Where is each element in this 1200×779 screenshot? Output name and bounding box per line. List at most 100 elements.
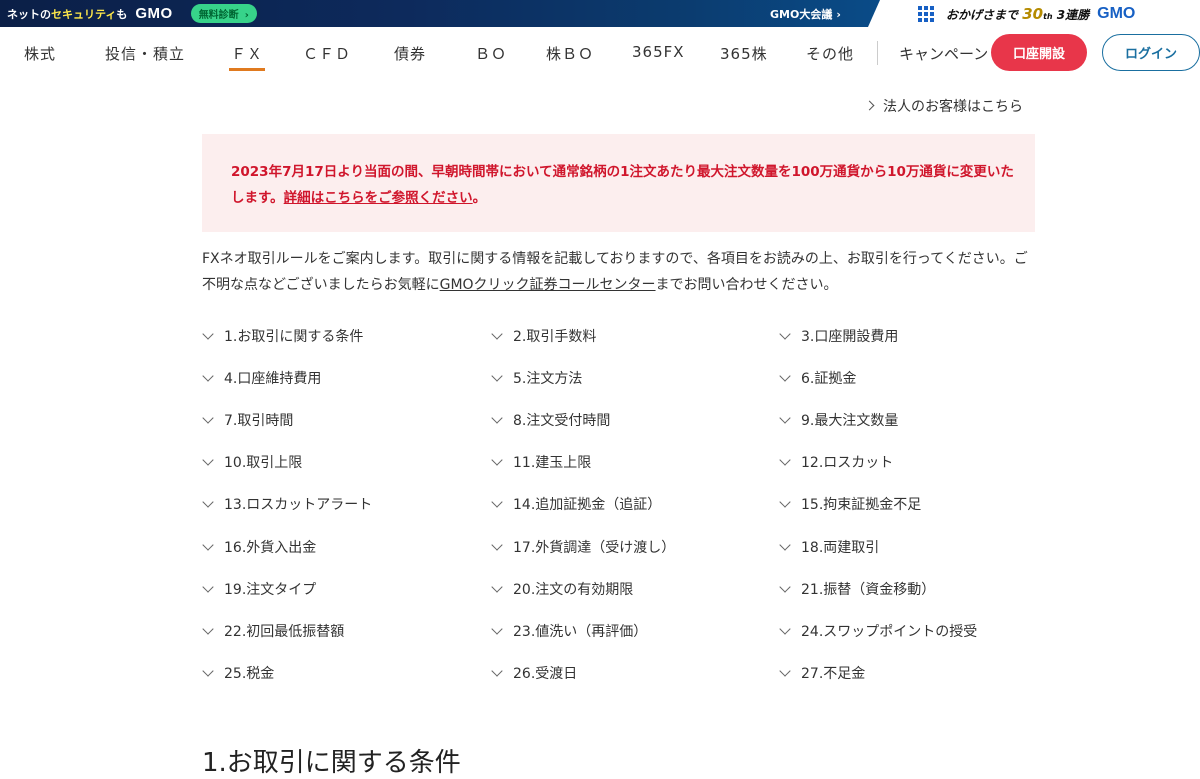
chevron-down-icon (779, 328, 791, 340)
nav-item-fx[interactable]: ＦＸ (228, 43, 266, 71)
chevron-down-icon (779, 412, 791, 424)
chevron-down-icon (779, 665, 791, 677)
nav-item-campaign[interactable]: キャンペーン (899, 43, 991, 64)
nav-item-stock-bo[interactable]: 株ＢＯ (546, 43, 594, 64)
index-item-label: 10.取引上限 (224, 455, 303, 471)
chevron-down-icon (202, 328, 214, 340)
index-item-label: 25.税金 (224, 666, 275, 682)
index-item[interactable]: 10.取引上限 (202, 452, 302, 472)
nav-item-bonds[interactable]: 債券 (394, 43, 426, 64)
index-item[interactable]: 26.受渡日 (491, 663, 577, 683)
chevron-down-icon (779, 581, 791, 593)
chevron-down-icon (491, 665, 503, 677)
chevron-down-icon (779, 539, 791, 551)
chevron-right-icon: › (836, 8, 841, 21)
index-item[interactable]: 22.初回最低振替額 (202, 621, 344, 641)
chevron-down-icon (202, 370, 214, 382)
index-item[interactable]: 5.注文方法 (491, 368, 582, 388)
intro-text: FXネオ取引ルールをご案内します。取引に関する情報を記載しておりますので、各項目… (202, 251, 1028, 293)
chevron-right-icon (864, 100, 875, 111)
gmo-security-banner[interactable]: ネットのセキュリティも GMO 無料診断 › (0, 0, 900, 27)
login-button[interactable]: ログイン (1102, 34, 1200, 71)
index-item[interactable]: 19.注文タイプ (202, 579, 316, 599)
index-item[interactable]: 1.お取引に関する条件 (202, 326, 363, 346)
top-banner: ネットのセキュリティも GMO 無料診断 › GMO大会議 › おかげさまで 30t… (0, 0, 1200, 27)
chevron-down-icon (202, 412, 214, 424)
index-item-label: 4.口座維持費用 (224, 371, 322, 387)
nav-item-stocks[interactable]: 株式 (24, 43, 56, 64)
index-item[interactable]: 15.拘束証拠金不足 (779, 494, 921, 514)
index-item-label: 12.ロスカット (801, 455, 894, 471)
index-item[interactable]: 6.証拠金 (779, 368, 856, 388)
free-diagnosis-button[interactable]: 無料診断 › (190, 4, 257, 23)
index-item-label: 16.外貨入出金 (224, 540, 317, 556)
index-item[interactable]: 23.値洗い（再評価） (491, 621, 647, 641)
index-item-label: 3.口座開設費用 (801, 329, 899, 345)
chevron-down-icon (779, 370, 791, 382)
index-item[interactable]: 21.振替（資金移動） (779, 579, 935, 599)
chevron-down-icon (202, 623, 214, 635)
index-item[interactable]: 14.追加証拠金（追証） (491, 494, 661, 514)
nav-item-funds[interactable]: 投信・積立 (105, 43, 185, 64)
index-item-label: 8.注文受付時間 (513, 413, 611, 429)
index-item-label: 23.値洗い（再評価） (513, 624, 648, 640)
index-item[interactable]: 9.最大注文数量 (779, 410, 898, 430)
index-item[interactable]: 27.不足金 (779, 663, 865, 683)
index-item[interactable]: 4.口座維持費用 (202, 368, 321, 388)
index-item[interactable]: 11.建玉上限 (491, 452, 591, 472)
open-account-button[interactable]: 口座開設 (991, 34, 1087, 71)
nav-item-cfd[interactable]: ＣＦＤ (303, 43, 351, 64)
section-title: 1.お取引に関する条件 (202, 748, 461, 778)
chevron-down-icon (491, 496, 503, 508)
grid-menu-icon[interactable] (918, 5, 934, 22)
index-item-label: 9.最大注文数量 (801, 413, 899, 429)
chevron-down-icon (779, 454, 791, 466)
index-item[interactable]: 2.取引手数料 (491, 326, 596, 346)
index-item-label: 21.振替（資金移動） (801, 582, 936, 598)
gmo-taikai-link[interactable]: GMO大会議 › (770, 6, 841, 22)
notice-detail-link[interactable]: 詳細はこちらをご参照ください (284, 190, 473, 206)
corporate-link[interactable]: 法人のお客様はこちら (864, 96, 1023, 116)
chevron-right-icon: › (244, 10, 249, 21)
chevron-down-icon (779, 496, 791, 508)
chevron-down-icon (491, 539, 503, 551)
index-item-label: 22.初回最低振替額 (224, 624, 345, 640)
index-item[interactable]: 3.口座開設費用 (779, 326, 898, 346)
index-item[interactable]: 20.注文の有効期限 (491, 579, 633, 599)
nav-divider (877, 41, 878, 65)
index-item[interactable]: 8.注文受付時間 (491, 410, 610, 430)
call-center-link[interactable]: GMOクリック証券コールセンター (440, 277, 656, 293)
index-item-label: 1.お取引に関する条件 (224, 329, 364, 345)
nav-item-other[interactable]: その他 (806, 43, 854, 64)
chevron-down-icon (202, 454, 214, 466)
nav-item-365stock[interactable]: 365株 (720, 43, 768, 64)
chevron-down-icon (491, 623, 503, 635)
index-item-label: 15.拘束証拠金不足 (801, 497, 922, 513)
index-item[interactable]: 12.ロスカット (779, 452, 893, 472)
index-item-label: 14.追加証拠金（追証） (513, 497, 662, 513)
anniversary-banner[interactable]: おかげさまで 30th 3連勝 GMO (868, 0, 1200, 27)
index-item[interactable]: 13.ロスカットアラート (202, 494, 372, 514)
notice-box: 2023年7月17日より当面の間、早朝時間帯において通常銘柄の1注文あたり最大注… (202, 134, 1035, 232)
gmo-logo: GMO (1097, 4, 1136, 22)
chevron-down-icon (779, 623, 791, 635)
index-item-label: 7.取引時間 (224, 413, 294, 429)
nav-item-365fx[interactable]: 365FX (632, 43, 685, 61)
index-item[interactable]: 16.外貨入出金 (202, 537, 316, 557)
nav-item-bo[interactable]: ＢＯ (475, 43, 507, 64)
index-item[interactable]: 25.税金 (202, 663, 274, 683)
gmo-logo: GMO (135, 5, 173, 22)
index-item-label: 18.両建取引 (801, 540, 880, 556)
chevron-down-icon (202, 496, 214, 508)
index-item-label: 11.建玉上限 (513, 455, 592, 471)
chevron-down-icon (491, 581, 503, 593)
index-item[interactable]: 18.両建取引 (779, 537, 879, 557)
anniversary-text: おかげさまで 30th 3連勝 (946, 4, 1090, 23)
index-item-label: 27.不足金 (801, 666, 866, 682)
index-item[interactable]: 7.取引時間 (202, 410, 293, 430)
chevron-down-icon (491, 370, 503, 382)
index-item[interactable]: 24.スワップポイントの授受 (779, 621, 977, 641)
index-item[interactable]: 17.外貨調達（受け渡し） (491, 537, 675, 557)
chevron-down-icon (202, 665, 214, 677)
index-item-label: 17.外貨調達（受け渡し） (513, 540, 676, 556)
